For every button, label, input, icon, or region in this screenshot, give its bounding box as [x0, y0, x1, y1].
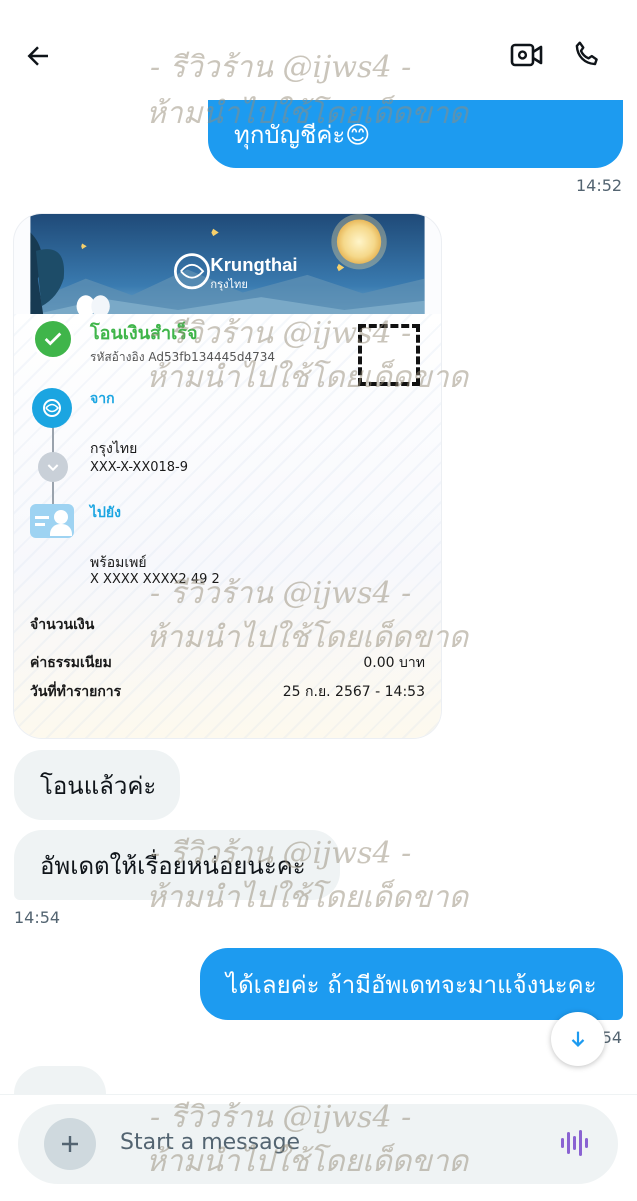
slip-from-account: XXX-X-XX018-9: [90, 460, 189, 475]
arrow-down-icon: [571, 1031, 585, 1047]
voice-call-button[interactable]: [566, 34, 608, 76]
voice-message-button[interactable]: [558, 1126, 598, 1162]
arrow-left-icon: [27, 46, 48, 66]
voice-wave-icon: [561, 1130, 588, 1156]
message-text: โอนแล้วค่ะ: [40, 771, 157, 800]
slip-from-bank: กรุงไทย: [90, 441, 138, 457]
scroll-to-bottom-button[interactable]: [551, 1012, 605, 1066]
chevron-down-icon: [38, 452, 68, 482]
slip-status: โอนเงินสำเร็จ: [90, 323, 198, 344]
slip-amount-label: จำนวนเงิน: [30, 617, 95, 633]
add-media-button[interactable]: [44, 1118, 96, 1170]
message-timestamp: 14:54: [14, 908, 61, 927]
slip-to-label: ไปยัง: [90, 505, 121, 521]
success-check-icon: [32, 318, 74, 360]
slip-brand-thai: กรุงไทย: [210, 278, 247, 291]
plus-icon: [62, 1136, 78, 1152]
message-timestamp: 14:52: [576, 176, 623, 195]
incoming-message[interactable]: โอนแล้วค่ะ: [14, 750, 180, 820]
message-text: ได้เลยค่ะ ถ้ามีอัพเดทจะมาแจ้งนะคะ: [226, 970, 597, 999]
outgoing-message[interactable]: ทุกบัญชีค่ะ😊: [208, 100, 623, 168]
slip-date-value: 25 ก.ย. 2567 - 14:53: [282, 684, 425, 700]
slip-to-bank: พร้อมเพย์: [90, 555, 147, 571]
slip-to-account: X XXXX XXXX2 49 2: [90, 572, 220, 587]
phone-icon: [575, 41, 598, 66]
message-input[interactable]: Start a message: [120, 1130, 300, 1155]
krungthai-logo-icon: [32, 388, 72, 428]
slip-brand: Krungthai: [210, 254, 297, 275]
video-call-button[interactable]: [506, 34, 548, 76]
slip-date-label: วันที่ทำรายการ: [30, 684, 122, 700]
message-composer[interactable]: Start a message: [18, 1104, 618, 1184]
avatar[interactable]: [288, 22, 348, 82]
video-camera-icon: [510, 43, 543, 67]
back-button[interactable]: [18, 36, 58, 76]
transfer-slip-image[interactable]: Krungthai กรุงไทย โอนเงินสำเร็จ รหัสอ้าง…: [14, 214, 441, 738]
id-card-icon: [30, 504, 74, 538]
slip-fee-value: 0.00 บาท: [363, 655, 425, 671]
incoming-message[interactable]: อัพเดตให้เรื่อยหน่อยนะคะ: [14, 830, 340, 900]
outgoing-message[interactable]: ได้เลยค่ะ ถ้ามีอัพเดทจะมาแจ้งนะคะ: [200, 948, 623, 1020]
message-text: อัพเดตให้เรื่อยหน่อยนะคะ: [40, 851, 306, 880]
qr-code-icon: [358, 324, 420, 386]
slip-reference: รหัสอ้างอิง Ad53fb134445d4734: [90, 350, 276, 364]
message-text: ทุกบัญชีค่ะ😊: [234, 121, 371, 149]
chat-header: [0, 0, 637, 110]
slip-from-label: จาก: [90, 391, 115, 407]
slip-fee-label: ค่าธรรมเนียม: [30, 655, 112, 671]
